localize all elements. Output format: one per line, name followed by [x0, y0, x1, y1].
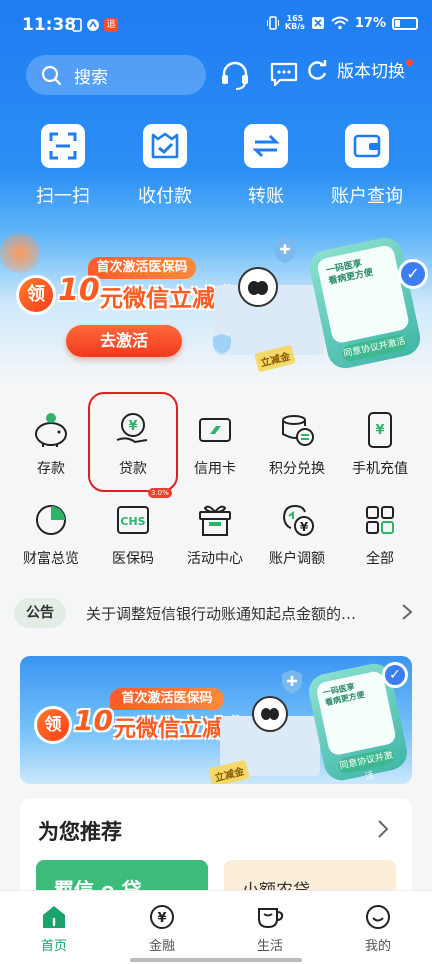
scan-icon	[41, 124, 85, 168]
phone-illustration: 一码医享 看病更方便 同意协议并激活	[306, 234, 424, 372]
promo2-tag: 首次激活医保码	[110, 688, 224, 710]
version-switch-label: 版本切换	[337, 62, 405, 82]
sim-icon	[72, 18, 82, 32]
search-placeholder: 搜索	[74, 67, 108, 88]
shield-icon	[274, 237, 296, 263]
wealth-chart-icon	[31, 500, 71, 540]
status-right: 165 KB/s 17%	[266, 14, 418, 31]
notice-label: 公告	[14, 598, 66, 628]
activate-button[interactable]: 去激活	[66, 325, 182, 357]
version-switch-button[interactable]: 版本切换	[305, 57, 413, 82]
decor-flare	[0, 233, 40, 273]
net-speed: 165 KB/s	[284, 14, 305, 31]
notice-bar[interactable]: 公告 关于调整短信银行动账通知起点金额的…	[14, 596, 418, 630]
shield-small-icon	[213, 334, 231, 354]
quick-action-account-query[interactable]: 账户查询	[322, 124, 412, 208]
menu-item-all[interactable]: 全部	[337, 500, 423, 568]
notice-text: 关于调整短信银行动账通知起点金额的…	[86, 605, 357, 623]
menu-item-phone-recharge[interactable]: ¥ 手机充值	[337, 410, 423, 478]
status-bar: 11:38 追 165 KB/s 17%	[0, 0, 432, 50]
home-icon	[14, 903, 94, 931]
svg-text:¥: ¥	[157, 911, 166, 926]
recommend-section: 为您推荐 羁信 e 贷 小额农贷	[20, 798, 412, 900]
menu-item-activity-center[interactable]: 活动中心	[172, 500, 258, 568]
panda-mascot-2	[252, 696, 288, 732]
customer-service-icon[interactable]	[220, 60, 250, 90]
wifi-icon	[331, 16, 349, 30]
check-icon: ✓	[398, 259, 428, 289]
battery-percent: 17%	[354, 15, 386, 31]
function-menu: 存款 ¥ 贷款 信用卡 积分兑换 ¥ 手机充值 财富总览 CHS 医保码 活动中…	[0, 405, 432, 575]
message-icon[interactable]	[270, 60, 298, 88]
menu-item-credit-card[interactable]: 信用卡	[172, 410, 258, 478]
promo2-ling-badge: 领	[34, 706, 72, 744]
search-input[interactable]: 搜索	[26, 55, 206, 95]
loan-highlight-box	[88, 392, 178, 492]
promo-banner-medical-code-2[interactable]: 首次激活医保码 领 10 元微信立减金 立减金 一码医享 看病更方便 同意协议并…	[20, 656, 412, 784]
status-app-badge: 追	[104, 18, 118, 32]
new-dot	[406, 59, 413, 66]
life-cup-icon	[230, 903, 310, 931]
promo2-amount: 10	[74, 704, 113, 737]
account-limit-icon: ¥	[277, 500, 317, 540]
bottom-nav: 首页 ¥ 金融 生活 我的	[0, 890, 432, 964]
search-icon	[41, 65, 62, 86]
panda-mascot	[238, 267, 278, 307]
switch-refresh-icon	[308, 59, 327, 80]
payment-icon	[143, 124, 187, 168]
menu-item-account-limit[interactable]: ¥ 账户调额	[254, 500, 340, 568]
menu-item-wealth-overview[interactable]: 财富总览	[8, 500, 94, 568]
status-time: 11:38	[22, 15, 77, 35]
promo-tag: 首次激活医保码	[88, 257, 196, 279]
wallet-icon	[345, 124, 389, 168]
menu-item-points-exchange[interactable]: 积分兑换	[254, 410, 340, 478]
quick-action-scan[interactable]: 扫一扫	[18, 124, 108, 208]
chevron-right-icon	[402, 604, 413, 620]
transfer-icon	[244, 124, 288, 168]
shield-icon-2	[282, 670, 302, 694]
vibrate-icon	[266, 16, 279, 30]
quick-actions: 扫一扫 收付款 转账 账户查询	[0, 124, 432, 214]
points-exchange-icon	[277, 410, 317, 450]
quick-action-transfer[interactable]: 转账	[221, 124, 311, 208]
app-notify-icon	[87, 19, 99, 31]
loan-rate-badge: 3.0%	[148, 488, 172, 498]
promo-amount: 10	[58, 273, 100, 308]
credit-card-icon	[195, 410, 235, 450]
nav-profile[interactable]: 我的	[338, 903, 418, 954]
promo-ling-badge: 领	[16, 275, 56, 315]
phone-recharge-icon: ¥	[360, 410, 400, 450]
battery-icon	[392, 16, 418, 30]
nav-finance[interactable]: ¥ 金融	[122, 903, 202, 954]
nav-life[interactable]: 生活	[230, 903, 310, 954]
recommend-more-icon[interactable]	[376, 818, 390, 840]
menu-item-deposit[interactable]: 存款	[8, 410, 94, 478]
check-icon-2: ✓	[382, 662, 408, 688]
all-grid-icon	[360, 500, 400, 540]
svg-text:¥: ¥	[375, 423, 384, 438]
home-indicator	[130, 958, 302, 962]
menu-item-medical-code[interactable]: CHS 医保码	[90, 500, 176, 568]
sim-off-icon	[311, 17, 324, 29]
profile-icon	[338, 903, 418, 931]
top-search-row: 搜索 版本切换	[0, 55, 432, 95]
gift-icon	[195, 500, 235, 540]
nav-home[interactable]: 首页	[14, 903, 94, 954]
recommend-title: 为您推荐	[38, 820, 122, 844]
piggy-bank-icon	[31, 410, 71, 450]
svg-text:¥: ¥	[300, 520, 309, 534]
svg-text:CHS: CHS	[120, 515, 145, 528]
stamp-label-2: 立减金	[208, 759, 250, 784]
promo-banner-medical-code[interactable]: 首次激活医保码 领 10 元微信立减金 去激活 立减金 一码医享 看病更方便 同…	[0, 215, 432, 375]
medical-insurance-icon: CHS	[113, 500, 153, 540]
finance-icon: ¥	[122, 903, 202, 931]
quick-action-payment[interactable]: 收付款	[120, 124, 210, 208]
